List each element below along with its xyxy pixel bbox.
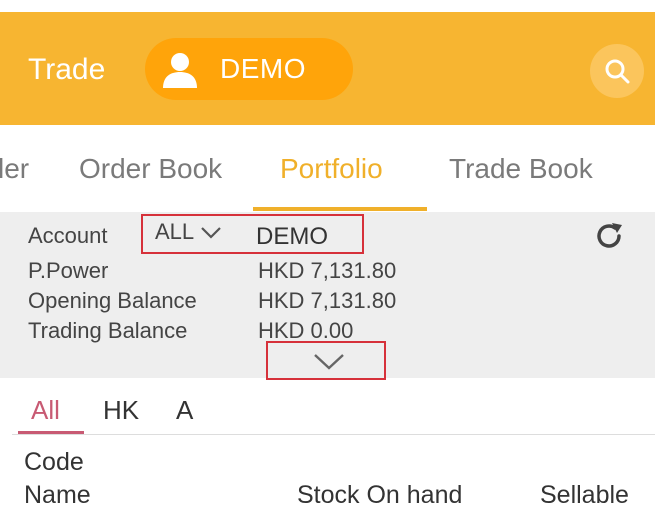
- search-icon: [605, 59, 630, 84]
- tab-order-book[interactable]: Order Book: [79, 153, 222, 185]
- refresh-icon[interactable]: [593, 220, 625, 252]
- market-tab-a[interactable]: A: [176, 394, 193, 426]
- opening-balance-value: HKD 7,131.80: [258, 288, 397, 313]
- market-tab-all[interactable]: All: [31, 394, 60, 426]
- user-icon: [163, 53, 197, 88]
- active-tab-indicator: [253, 207, 427, 211]
- account-pill-label: DEMO: [220, 53, 306, 84]
- tab-trade-book[interactable]: Trade Book: [449, 153, 593, 185]
- trading-balance-label: Trading Balance: [28, 318, 188, 343]
- tab-order-partial[interactable]: ler: [0, 153, 29, 185]
- ppower-value: HKD 7,131.80: [258, 258, 397, 283]
- highlight-box-expand: [266, 341, 386, 380]
- tab-portfolio[interactable]: Portfolio: [280, 153, 383, 185]
- highlight-box-account: [141, 214, 364, 254]
- divider: [12, 434, 655, 435]
- search-button[interactable]: [590, 44, 644, 98]
- column-header-name: Name: [24, 481, 91, 509]
- opening-balance-label: Opening Balance: [28, 288, 197, 313]
- column-header-stock-on-hand: Stock On hand: [297, 481, 463, 509]
- ppower-label: P.Power: [28, 258, 109, 283]
- page-title: Trade: [28, 53, 106, 86]
- account-label: Account: [28, 223, 108, 248]
- market-tab-hk[interactable]: HK: [103, 394, 139, 426]
- column-header-code: Code: [24, 448, 84, 476]
- main-tabs: ler Order Book Portfolio Trade Book: [0, 125, 655, 211]
- column-header-sellable: Sellable: [540, 481, 629, 509]
